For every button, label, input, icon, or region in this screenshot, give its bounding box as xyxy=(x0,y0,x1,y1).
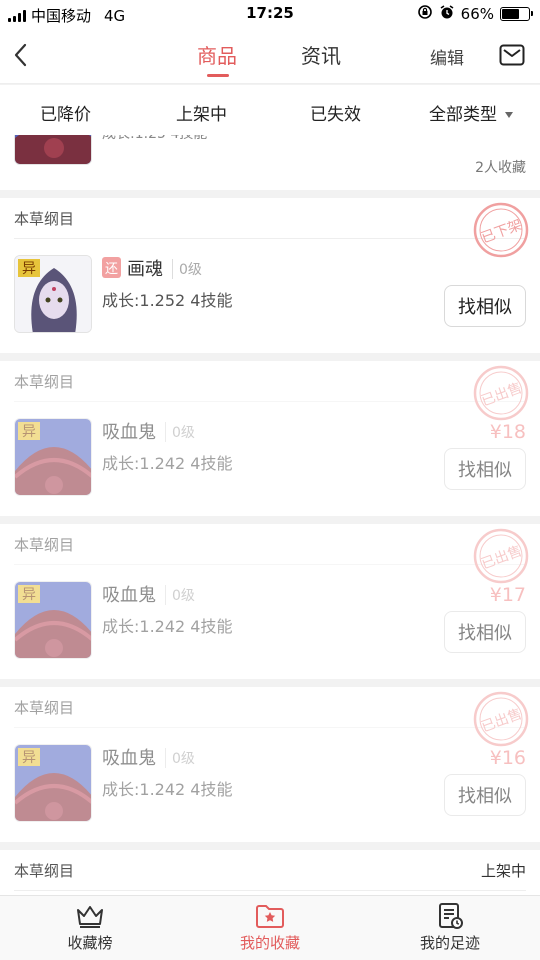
filter-on-shelf[interactable]: 上架中 xyxy=(176,100,227,125)
nav-bar: 商品 资讯 编辑 xyxy=(0,28,540,84)
list-item[interactable]: 本草纲目 异 吸血鬼 0级 成长:1.242 4技能 ¥16 找相似 已出售 xyxy=(0,687,540,842)
pet-name: 吸血鬼 xyxy=(102,422,156,443)
list-item[interactable]: 本草纲目 异 吸血鬼 0级 成长:1.242 4技能 ¥17 找相似 已出售 xyxy=(0,524,540,679)
pet-name: 吸血鬼 xyxy=(102,585,156,606)
alarm-icon xyxy=(439,4,455,24)
stamp-icon: 已出售 xyxy=(473,691,529,747)
list-item[interactable]: 本草纲目 异 还画魂 0级 成长:1.252 4技能 找相似 已下架 xyxy=(0,198,540,353)
pet-thumbnail: 异 xyxy=(14,581,92,659)
price: ¥17 xyxy=(489,584,526,606)
divider xyxy=(14,890,526,891)
favorites-list: 成长:1.25 4技能 2人收藏 本草纲目 异 还画魂 0级 成长:1.252 … xyxy=(0,135,540,895)
svg-text:已出售: 已出售 xyxy=(479,543,524,572)
price: ¥16 xyxy=(489,747,526,769)
status-bar: 中国移动 4G 17:25 66% xyxy=(0,0,540,28)
tab-my-favorites-label: 我的收藏 xyxy=(239,934,300,952)
battery-percent: 66% xyxy=(460,5,494,23)
card-category: 本草纲目 xyxy=(14,862,75,880)
collect-count: 2人收藏 xyxy=(475,160,526,176)
pet-level: 0级 xyxy=(172,259,202,279)
edit-button[interactable]: 编辑 xyxy=(430,44,464,69)
tab-ranking[interactable]: 收藏榜 xyxy=(30,902,150,953)
mail-icon xyxy=(499,44,525,66)
pet-level: 0级 xyxy=(165,422,195,442)
sold-stamp: 已出售 xyxy=(472,690,530,748)
list-item[interactable]: 本草纲目 上架中 xyxy=(0,850,540,895)
pet-thumbnail: 异 xyxy=(14,418,92,496)
pet-thumbnail: 异 xyxy=(14,744,92,822)
mail-button[interactable] xyxy=(499,44,525,66)
svg-text:异: 异 xyxy=(22,424,36,440)
stamp-icon: 已下架 xyxy=(473,202,529,258)
filter-bar: 已降价 上架中 已失效 全部类型 xyxy=(0,85,540,135)
vampire-pet-image: 异 xyxy=(15,582,91,658)
pet-name-row: 还画魂 xyxy=(102,255,163,281)
find-similar-button[interactable]: 找相似 xyxy=(444,774,526,816)
find-similar-button[interactable]: 找相似 xyxy=(444,285,526,327)
sold-stamp: 已出售 xyxy=(472,527,530,585)
card-category: 本草纲目 xyxy=(14,699,75,717)
card-category: 本草纲目 xyxy=(14,210,75,228)
active-tab-indicator xyxy=(207,74,229,77)
growth-text: 成长:1.25 4技能 xyxy=(102,135,207,143)
filter-all-types-label: 全部类型 xyxy=(429,105,497,125)
crown-icon xyxy=(77,906,103,928)
divider xyxy=(14,564,526,565)
status-badge: 上架中 xyxy=(480,862,526,880)
tab-history-label: 我的足迹 xyxy=(419,934,480,952)
chevron-left-icon xyxy=(14,43,27,67)
pet-thumbnail: 异 xyxy=(14,255,92,333)
list-item-partial[interactable]: 成长:1.25 4技能 2人收藏 xyxy=(0,135,540,190)
filter-price-dropped[interactable]: 已降价 xyxy=(40,100,91,125)
divider xyxy=(14,401,526,402)
tab-ranking-label: 收藏榜 xyxy=(67,934,113,952)
filter-invalid[interactable]: 已失效 xyxy=(310,100,361,125)
growth-text: 成长:1.252 4技能 xyxy=(102,291,233,310)
history-icon xyxy=(439,903,463,929)
svg-text:异: 异 xyxy=(22,261,36,277)
svg-text:已出售: 已出售 xyxy=(479,380,524,409)
pet-name: 画魂 xyxy=(127,259,164,280)
filter-all-types[interactable]: 全部类型 xyxy=(429,100,513,125)
back-button[interactable] xyxy=(10,40,34,70)
star-folder-icon xyxy=(256,905,284,928)
divider xyxy=(14,238,526,239)
divider xyxy=(14,727,526,728)
find-similar-button[interactable]: 找相似 xyxy=(444,448,526,490)
stamp-icon: 已出售 xyxy=(473,528,529,584)
stamp-icon: 已出售 xyxy=(473,365,529,421)
caret-down-icon xyxy=(505,112,513,118)
bottom-tab-bar: 收藏榜 我的收藏 我的足迹 xyxy=(0,895,540,960)
sold-stamp: 已出售 xyxy=(472,364,530,422)
growth-text: 成长:1.242 4技能 xyxy=(102,454,233,473)
ghost-painter-pet-image: 异 xyxy=(15,256,91,332)
card-category: 本草纲目 xyxy=(14,373,75,391)
svg-text:已下架: 已下架 xyxy=(479,217,524,246)
pet-thumbnail xyxy=(14,135,92,165)
price: ¥18 xyxy=(489,421,526,443)
growth-text: 成长:1.242 4技能 xyxy=(102,780,233,799)
svg-text:异: 异 xyxy=(22,587,36,603)
tab-history[interactable]: 我的足迹 xyxy=(390,902,510,953)
orientation-lock-icon xyxy=(417,4,433,24)
delisted-stamp: 已下架 xyxy=(472,201,530,259)
growth-text: 成长:1.242 4技能 xyxy=(102,617,233,636)
card-category: 本草纲目 xyxy=(14,536,75,554)
svg-text:已出售: 已出售 xyxy=(479,706,524,735)
returned-badge: 还 xyxy=(102,257,122,278)
vampire-pet-image: 异 xyxy=(15,745,91,821)
list-item[interactable]: 本草纲目 异 吸血鬼 0级 成长:1.242 4技能 ¥18 找相似 已出售 xyxy=(0,361,540,516)
tab-news[interactable]: 资讯 xyxy=(301,40,341,69)
tab-goods[interactable]: 商品 xyxy=(197,40,237,69)
tab-my-favorites[interactable]: 我的收藏 xyxy=(210,902,330,953)
pet-level: 0级 xyxy=(165,585,195,605)
battery-icon xyxy=(500,7,533,21)
pet-level: 0级 xyxy=(165,748,195,768)
vampire-pet-image: 异 xyxy=(15,419,91,495)
svg-text:异: 异 xyxy=(22,750,36,766)
find-similar-button[interactable]: 找相似 xyxy=(444,611,526,653)
pet-name: 吸血鬼 xyxy=(102,748,156,769)
vampire-pet-image xyxy=(15,135,91,164)
status-right: 66% xyxy=(417,4,533,24)
